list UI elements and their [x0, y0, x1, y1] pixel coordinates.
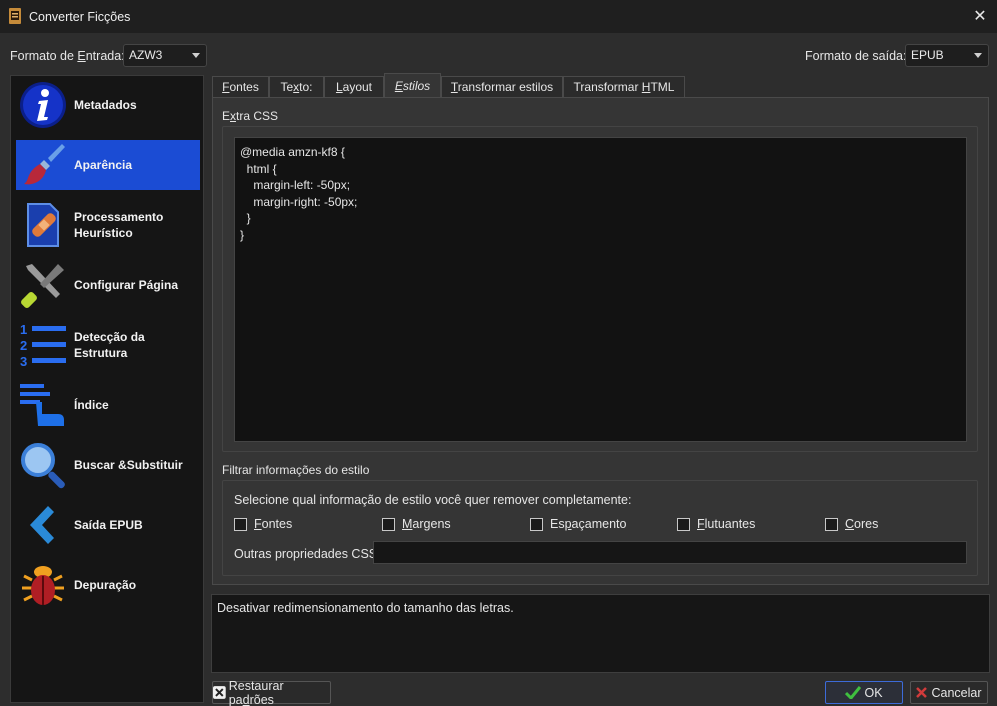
document-bandage-icon: [27, 203, 59, 247]
tools-icon: [21, 264, 64, 308]
clear-icon: [213, 686, 226, 699]
sidebar-item-label: Buscar &Substituir: [74, 458, 183, 472]
output-format-select[interactable]: EPUB: [905, 44, 989, 67]
checkbox-box[interactable]: [234, 517, 247, 531]
sidebar-item-label: Metadados: [74, 98, 137, 112]
svg-text:1: 1: [20, 322, 27, 337]
sidebar-item-label: Saída EPUB: [74, 518, 143, 532]
tab-estilos[interactable]: Estilos: [384, 73, 441, 98]
sidebar-item-label: Depuração: [74, 578, 137, 592]
checkbox-espacamento[interactable]: Espaçamento: [530, 517, 626, 531]
sidebar-item-label: Processamento Heurístico: [74, 210, 164, 240]
paintbrush-icon: [24, 144, 65, 185]
output-format-value: EPUB: [911, 48, 944, 62]
checkbox-flutuantes[interactable]: Flutuantes: [677, 517, 755, 531]
sidebar: Metadados Aparência Processamento Heurís…: [10, 75, 204, 703]
tab-transformar-html[interactable]: Transformar HTML: [563, 76, 685, 98]
tab-layout[interactable]: Layout: [324, 76, 384, 98]
checkbox-box[interactable]: [825, 517, 838, 531]
sidebar-item-heuristico[interactable]: Processamento Heurístico: [16, 200, 200, 250]
input-format-select[interactable]: AZW3: [123, 44, 207, 67]
sidebar-item-depuracao[interactable]: Depuração: [16, 560, 200, 610]
sidebar-item-deteccao-estrutura[interactable]: 1 2 3 Detecção da Estrutura: [16, 320, 200, 370]
checkbox-margens[interactable]: Margens: [382, 517, 451, 531]
filter-title: Filtrar informações do estilo: [222, 463, 370, 477]
sidebar-item-aparencia[interactable]: Aparência: [16, 140, 200, 190]
toc-hand-icon: [20, 384, 64, 426]
cancel-x-icon: [916, 687, 928, 698]
other-css-label: Outras propriedades CSS:: [234, 547, 381, 561]
tab-texto[interactable]: Texto:: [269, 76, 324, 98]
sidebar-item-label: Índice: [74, 398, 109, 412]
cancel-button[interactable]: Cancelar: [910, 681, 988, 704]
ok-button[interactable]: OK: [825, 681, 903, 704]
chevron-down-icon: [192, 53, 200, 58]
bug-icon: [22, 566, 64, 605]
output-format-label: Formato de saída:: [805, 49, 907, 63]
restore-label: Restaurar padrões: [228, 678, 284, 706]
close-icon[interactable]: ✕: [969, 6, 991, 28]
sidebar-item-saida-epub[interactable]: Saída EPUB: [16, 500, 200, 550]
sidebar-item-metadados[interactable]: Metadados: [16, 80, 200, 130]
app-book-icon: [9, 8, 21, 24]
checkbox-box[interactable]: [382, 517, 395, 531]
checkbox-label: Fontes: [254, 517, 293, 531]
sidebar-item-label: Detecção da Estrutura: [74, 330, 145, 360]
sidebar-item-label: Configurar Página: [74, 278, 179, 292]
sidebar-item-buscar-substituir[interactable]: Buscar &Substituir: [16, 440, 200, 490]
window-title: Converter Ficções: [29, 10, 131, 24]
magnifier-icon: [21, 443, 65, 489]
info-icon: [20, 82, 66, 128]
ok-label: OK: [864, 685, 883, 700]
input-format-label: Formato de Entrada:: [10, 49, 125, 63]
checkbox-box[interactable]: [677, 517, 690, 531]
input-format-value: AZW3: [129, 48, 163, 62]
extra-css-editor[interactable]: @media amzn-kf8 { html { margin-left: -5…: [234, 137, 967, 442]
svg-text:3: 3: [20, 354, 27, 369]
other-css-input[interactable]: [373, 541, 967, 564]
help-description: Desativar redimensionamento do tamanho d…: [211, 594, 990, 673]
extra-css-title: Extra CSS: [222, 109, 279, 123]
checkbox-fontes[interactable]: Fontes: [234, 517, 292, 531]
checkbox-box[interactable]: [530, 517, 543, 531]
sidebar-item-configurar-pagina[interactable]: Configurar Página: [16, 260, 200, 310]
chevron-down-icon: [974, 53, 982, 58]
checkbox-cores[interactable]: Cores: [825, 517, 878, 531]
sidebar-item-label: Aparência: [74, 158, 133, 172]
checkbox-label: Flutuantes: [697, 517, 756, 531]
checkbox-label: Espaçamento: [550, 517, 627, 531]
restore-defaults-button[interactable]: Restaurar padrões: [212, 678, 331, 706]
numbered-list-icon: 1 2 3: [20, 322, 66, 369]
sidebar-item-indice[interactable]: Índice: [16, 380, 200, 430]
checkbox-label: Margens: [402, 517, 451, 531]
tab-transformar-estilos[interactable]: Transformar estilos: [441, 76, 563, 98]
checkmark-icon: [845, 686, 862, 699]
title-bar: Converter Ficções ✕: [0, 0, 997, 33]
svg-text:2: 2: [20, 338, 27, 353]
chevron-left-icon: [30, 506, 54, 544]
tab-fontes[interactable]: Fontes: [212, 76, 269, 98]
cancel-label: Cancelar: [931, 685, 982, 700]
filter-prompt: Selecione qual informação de estilo você…: [234, 493, 632, 507]
checkbox-label: Cores: [845, 517, 879, 531]
